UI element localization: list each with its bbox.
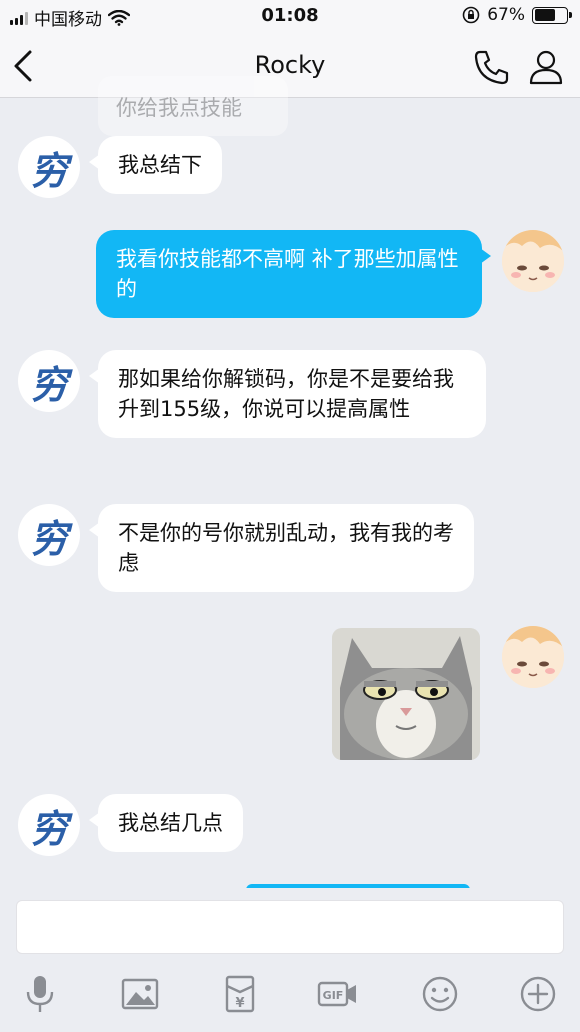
status-right: 67% (462, 5, 572, 25)
input-toolbar: ¥ GIF (0, 972, 580, 1020)
message-input[interactable] (16, 900, 564, 954)
plus-icon[interactable] (516, 972, 560, 1016)
nav-bar: 你给我点技能 Rocky (0, 34, 580, 136)
message-bubble-incoming[interactable]: 我总结几点 (89, 794, 243, 852)
svg-text:GIF: GIF (323, 989, 344, 1002)
status-bar: 中国移动 01:08 67% (0, 0, 580, 34)
user-icon[interactable] (526, 47, 566, 87)
svg-text:¥: ¥ (235, 996, 244, 1011)
phone-icon[interactable] (472, 47, 512, 87)
contact-avatar[interactable]: 穷 (18, 504, 80, 566)
anime-face-icon (502, 230, 564, 292)
message-bubble-incoming[interactable]: 我总结下 (89, 136, 222, 194)
message-bubble-incoming[interactable]: 那如果给你解锁码，你是不是要给我升到155级，你说可以提高属性 (89, 350, 486, 438)
chat-area[interactable]: 穷 我总结下 我看你技能都不高啊 补了那些加属性的 穷 那如果给你解锁码，你是不… (0, 98, 580, 888)
contact-avatar[interactable]: 穷 (18, 350, 80, 412)
smug-cat-icon (332, 628, 480, 760)
battery-icon (532, 6, 572, 24)
message-bubble-incoming[interactable]: 不是你的号你就别乱动，我有我的考虑 (89, 504, 474, 592)
red-packet-icon[interactable]: ¥ (218, 972, 262, 1016)
anime-face-icon (502, 626, 564, 688)
gif-icon[interactable]: GIF (316, 972, 360, 1016)
contact-avatar[interactable]: 穷 (18, 136, 80, 198)
contact-avatar[interactable]: 穷 (18, 794, 80, 856)
cat-sticker-image[interactable] (332, 628, 480, 760)
emoji-icon[interactable] (418, 972, 462, 1016)
image-icon[interactable] (118, 972, 162, 1016)
my-avatar[interactable] (502, 230, 564, 292)
microphone-icon[interactable] (18, 972, 62, 1016)
orientation-lock-icon (462, 6, 480, 24)
input-area: ¥ GIF (0, 888, 580, 1032)
my-avatar[interactable] (502, 626, 564, 688)
message-bubble-outgoing[interactable]: 我看你技能都不高啊 补了那些加属性的 (96, 230, 491, 318)
battery-percent: 67% (487, 5, 525, 25)
